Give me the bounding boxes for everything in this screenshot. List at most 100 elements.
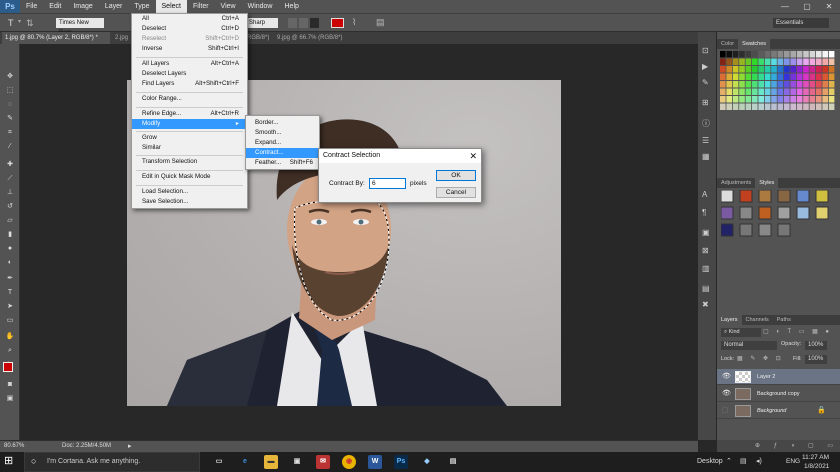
submenu-item-border[interactable]: Border...: [246, 118, 319, 128]
history-brush-icon[interactable]: ↺: [4, 202, 16, 212]
style-preset[interactable]: [758, 189, 772, 203]
swatch-cell[interactable]: [745, 103, 752, 111]
swatch-cell[interactable]: [803, 81, 809, 88]
swatch-cell[interactable]: [745, 96, 752, 103]
swatch-cell[interactable]: [828, 103, 835, 111]
swatch-cell[interactable]: [796, 103, 803, 111]
screen-mode-icon[interactable]: ▣: [4, 394, 16, 404]
swatch-cell[interactable]: [752, 96, 758, 103]
menu-item-deselect[interactable]: Deselect Ctrl+D: [132, 24, 247, 34]
menu-item-reselect[interactable]: Reselect Shift+Ctrl+D: [132, 34, 247, 44]
visibility-box-icon[interactable]: ▢: [722, 403, 729, 419]
swatch-cell[interactable]: [764, 96, 771, 103]
close-button[interactable]: ✕: [818, 0, 840, 13]
foreground-color[interactable]: [3, 362, 13, 372]
swatch-icon[interactable]: ▦: [702, 152, 710, 161]
actions-icon[interactable]: ▶: [702, 62, 708, 71]
menu-item-refine-edge[interactable]: Refine Edge... Alt+Ctrl+R: [132, 109, 247, 119]
swatch-cell[interactable]: [790, 58, 796, 66]
swatch-cell[interactable]: [752, 66, 758, 73]
timeline-icon[interactable]: ▤: [702, 284, 710, 293]
layer-row[interactable]: 👁 Background copy: [717, 386, 840, 402]
minimize-button[interactable]: —: [774, 0, 796, 13]
tab-channels[interactable]: Channels: [742, 315, 773, 325]
menu-item-quick-mask[interactable]: Edit in Quick Mask Mode: [132, 172, 247, 182]
swatch-cell[interactable]: [732, 51, 739, 58]
style-preset[interactable]: [815, 206, 829, 220]
eye-icon[interactable]: 👁: [722, 369, 731, 385]
swatch-cell[interactable]: [758, 58, 764, 66]
tab-layers[interactable]: Layers: [717, 315, 742, 325]
style-preset[interactable]: [758, 206, 772, 220]
store-icon[interactable]: ▣: [290, 455, 304, 469]
file-explorer-icon[interactable]: ▬: [264, 455, 278, 469]
word-icon[interactable]: W: [368, 455, 382, 469]
swatch-cell[interactable]: [822, 58, 828, 66]
properties-icon[interactable]: ☰: [702, 136, 709, 145]
swatch-cell[interactable]: [809, 103, 816, 111]
layer-row[interactable]: ▢ Background 🔒: [717, 403, 840, 419]
swatch-cell[interactable]: [726, 66, 732, 73]
pen-tool-icon[interactable]: ✒: [4, 274, 16, 284]
menu-filter[interactable]: Filter: [187, 0, 215, 13]
menu-item-similar[interactable]: Similar: [132, 143, 247, 153]
eyedropper-tool-icon[interactable]: ⁄: [4, 142, 16, 152]
swatch-cell[interactable]: [771, 66, 777, 73]
blend-mode-select[interactable]: Normal: [721, 341, 777, 350]
style-preset[interactable]: [796, 189, 810, 203]
menu-help[interactable]: Help: [279, 0, 305, 13]
align-center-icon[interactable]: [299, 18, 308, 28]
swatch-cell[interactable]: [726, 58, 732, 66]
volume-icon[interactable]: ◂): [756, 457, 762, 465]
close-icon[interactable]: ✕: [469, 149, 477, 163]
swatch-cell[interactable]: [777, 96, 784, 103]
swatch-cell[interactable]: [784, 51, 790, 58]
lasso-tool-icon[interactable]: ◌: [4, 100, 16, 110]
swatch-cell[interactable]: [790, 96, 796, 103]
paragraph-icon[interactable]: ¶: [702, 208, 706, 217]
swatch-cell[interactable]: [828, 88, 835, 96]
swatch-cell[interactable]: [732, 58, 739, 66]
swatch-cell[interactable]: [752, 88, 758, 96]
quick-mask-icon[interactable]: ◙: [4, 380, 16, 390]
swatch-cell[interactable]: [809, 58, 816, 66]
edge-icon[interactable]: e: [238, 455, 252, 469]
hand-tool-icon[interactable]: ✋: [4, 332, 16, 342]
swatch-cell[interactable]: [822, 103, 828, 111]
menu-type[interactable]: Type: [128, 0, 155, 13]
swatch-cell[interactable]: [764, 103, 771, 111]
swatch-cell[interactable]: [720, 96, 726, 103]
ok-button[interactable]: OK: [436, 170, 476, 181]
swatch-cell[interactable]: [777, 58, 784, 66]
swatch-cell[interactable]: [745, 66, 752, 73]
swatch-cell[interactable]: [822, 81, 828, 88]
style-preset[interactable]: [815, 189, 829, 203]
swatch-cell[interactable]: [790, 103, 796, 111]
swatch-cell[interactable]: [777, 66, 784, 73]
swatch-cell[interactable]: [784, 66, 790, 73]
swatch-cell[interactable]: [764, 73, 771, 81]
swatch-cell[interactable]: [796, 66, 803, 73]
swatch-cell[interactable]: [796, 81, 803, 88]
eye-icon[interactable]: 👁: [722, 386, 731, 402]
swatch-cell[interactable]: [803, 103, 809, 111]
menu-item-deselect-layers[interactable]: Deselect Layers: [132, 69, 247, 79]
windows-start-icon[interactable]: ⊞: [4, 454, 18, 468]
network-icon[interactable]: ▤: [740, 457, 747, 465]
glyphs-icon[interactable]: ⊠: [702, 246, 709, 255]
swatch-cell[interactable]: [720, 51, 726, 58]
swatch-cell[interactable]: [796, 88, 803, 96]
swatch-cell[interactable]: [732, 73, 739, 81]
swatch-cell[interactable]: [771, 88, 777, 96]
swatch-cell[interactable]: [720, 66, 726, 73]
healing-tool-icon[interactable]: ✚: [4, 160, 16, 170]
cortana-search[interactable]: ○ I'm Cortana. Ask me anything.: [24, 452, 200, 472]
swatch-cell[interactable]: [752, 58, 758, 66]
swatch-cell[interactable]: [745, 73, 752, 81]
swatch-cell[interactable]: [726, 51, 732, 58]
brush-tool-icon[interactable]: ⟋: [4, 174, 16, 184]
swatch-cell[interactable]: [777, 73, 784, 81]
tab-styles[interactable]: Styles: [755, 178, 779, 188]
menu-image[interactable]: Image: [67, 0, 98, 13]
blur-tool-icon[interactable]: ●: [4, 244, 16, 254]
